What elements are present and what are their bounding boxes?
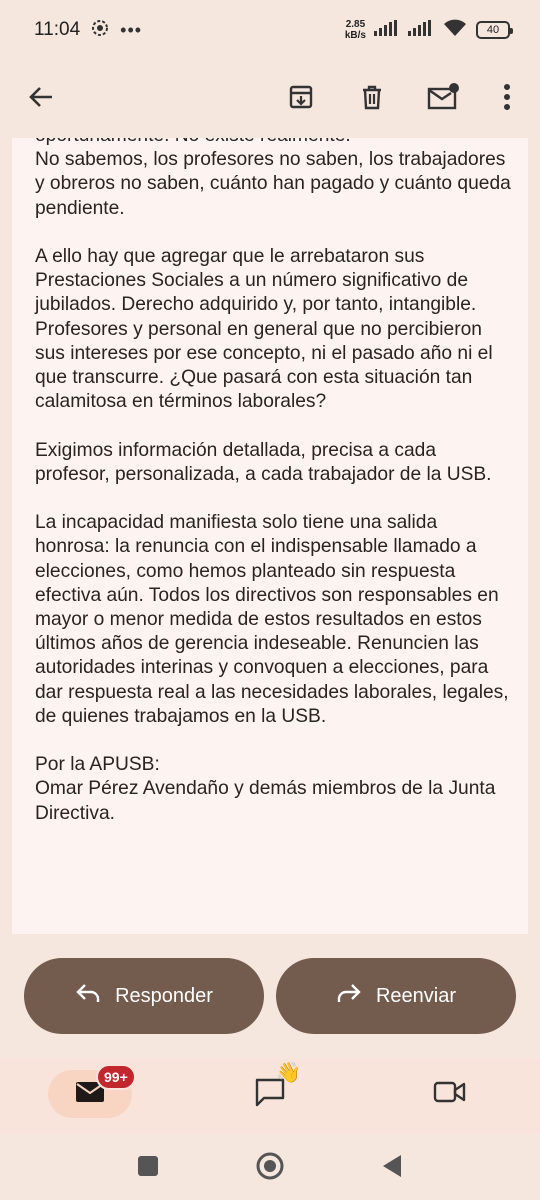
message-paragraph: oportunamente. No existe realmente. No s… [35, 138, 511, 219]
mark-unread-icon [426, 82, 460, 117]
more-options-button[interactable] [482, 74, 532, 124]
nav-chat[interactable]: 👋 [228, 1062, 312, 1118]
home-circle-icon [255, 1151, 285, 1186]
message-paragraph: La incapacidad manifiesta solo tiene una… [35, 512, 509, 727]
forward-icon [336, 982, 362, 1010]
delete-button[interactable] [347, 74, 397, 124]
nav-meet[interactable] [408, 1070, 492, 1118]
bottom-navigation: 99+ 👋 [0, 1058, 540, 1134]
wifi-icon [442, 18, 468, 43]
signal-icon [374, 19, 400, 41]
wave-emoji: 👋 [276, 1062, 301, 1084]
reply-icon [75, 982, 101, 1010]
status-bar: 11:04 ••• 2.85 kB/s 40 [0, 0, 540, 60]
back-button[interactable] [16, 74, 66, 124]
reply-label: Responder [115, 984, 213, 1007]
message-signature: Por la APUSB: Omar Pérez Avendaño y demá… [35, 754, 496, 824]
trash-icon [358, 83, 386, 116]
battery-icon: 40 [476, 21, 513, 39]
signal-icon [408, 19, 434, 41]
nav-mail[interactable]: 99+ [48, 1064, 136, 1118]
unread-badge: 99+ [96, 1064, 136, 1090]
forward-label: Reenviar [375, 984, 457, 1007]
back-arrow-icon [27, 83, 55, 116]
more-vert-icon [502, 83, 512, 116]
network-speed: 2.85 kB/s [344, 19, 366, 41]
mark-unread-button[interactable] [418, 74, 468, 124]
message-paragraph: A ello hay que agregar que le arrebataro… [35, 246, 493, 413]
system-navigation [0, 1134, 540, 1200]
message-paragraph: Exigimos información detallada, precisa … [35, 439, 492, 485]
forward-button[interactable]: Reenviar [276, 958, 516, 1034]
more-notifications-icon: ••• [120, 19, 143, 40]
archive-icon [287, 83, 315, 116]
message-toolbar [0, 60, 540, 138]
status-time: 11:04 [34, 19, 81, 40]
notification-icon [90, 18, 110, 43]
home-button[interactable] [252, 1150, 288, 1186]
square-icon [137, 1155, 159, 1182]
video-icon [433, 1080, 467, 1109]
reply-button[interactable]: Responder [24, 958, 264, 1034]
back-nav-button[interactable] [374, 1150, 410, 1186]
recents-button[interactable] [130, 1150, 166, 1186]
archive-button[interactable] [276, 74, 326, 124]
message-body: oportunamente. No existe realmente. No s… [12, 138, 528, 934]
back-triangle-icon [381, 1153, 403, 1184]
